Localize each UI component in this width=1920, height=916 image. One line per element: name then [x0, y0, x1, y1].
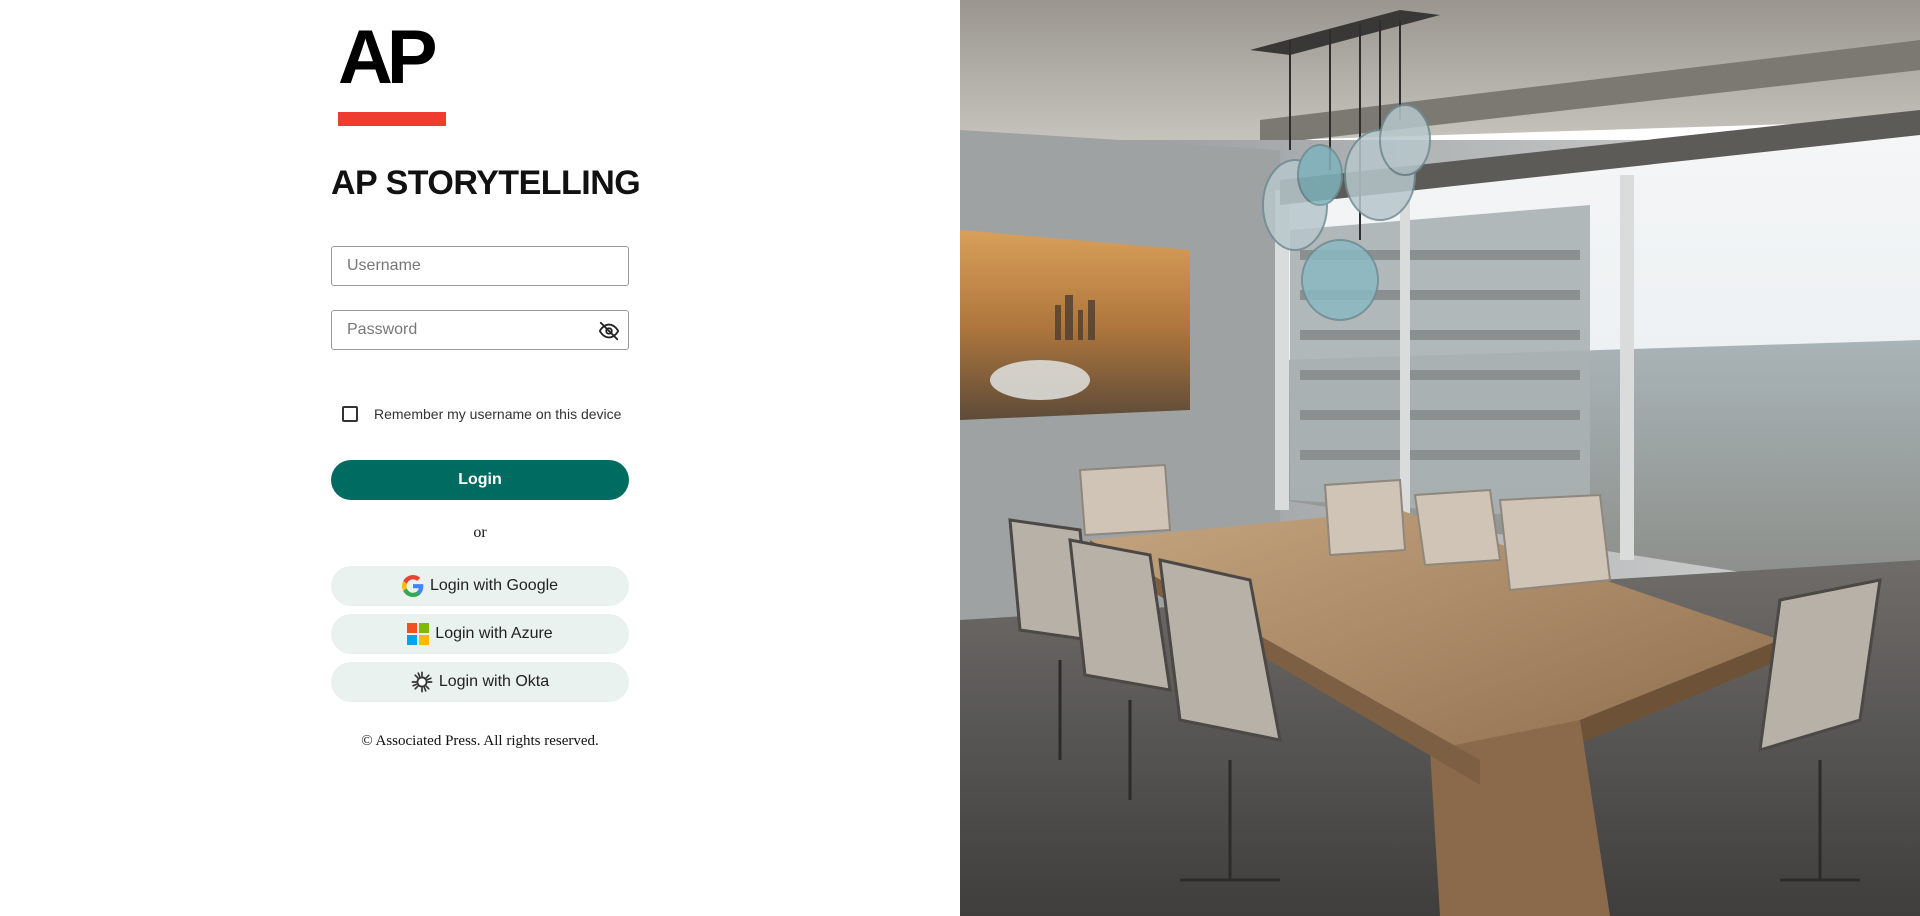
login-page: AP AP STORYTELLING Remembe: [0, 0, 1920, 916]
copyright-text: © Associated Press. All rights reserved.: [361, 733, 599, 749]
ap-logo-text: AP: [338, 15, 438, 100]
login-button[interactable]: Login: [331, 460, 629, 500]
conference-room-illustration: [960, 0, 1920, 916]
page-title: AP STORYTELLING: [331, 164, 641, 202]
eye-slash-icon[interactable]: [598, 320, 620, 342]
login-panel: AP AP STORYTELLING Remembe: [0, 0, 960, 916]
username-input[interactable]: [332, 247, 628, 285]
login-with-google-button[interactable]: Login with Google: [331, 566, 629, 606]
login-with-okta-label: Login with Okta: [438, 673, 550, 690]
or-divider: or: [473, 524, 487, 541]
login-with-azure-button[interactable]: Login with Azure: [331, 614, 629, 654]
okta-icon: [411, 671, 433, 693]
remember-username-checkbox[interactable]: [342, 406, 358, 422]
conference-room-photo: [960, 0, 1920, 916]
ap-logo: AP: [338, 20, 446, 126]
username-field-wrapper: [331, 246, 629, 286]
remember-username-label: Remember my username on this device: [374, 406, 622, 422]
login-with-google-label: Login with Google: [429, 577, 559, 594]
google-icon: [401, 575, 424, 597]
login-form: Remember my username on this device Logi…: [331, 246, 629, 749]
remember-username-row[interactable]: Remember my username on this device: [342, 406, 621, 422]
ap-logo-red-bar: [338, 112, 446, 126]
microsoft-icon: [407, 623, 430, 645]
password-input[interactable]: [332, 311, 628, 349]
login-with-azure-label: Login with Azure: [435, 625, 553, 642]
password-field-wrapper: [331, 310, 629, 350]
login-with-okta-button[interactable]: Login with Okta: [331, 662, 629, 702]
